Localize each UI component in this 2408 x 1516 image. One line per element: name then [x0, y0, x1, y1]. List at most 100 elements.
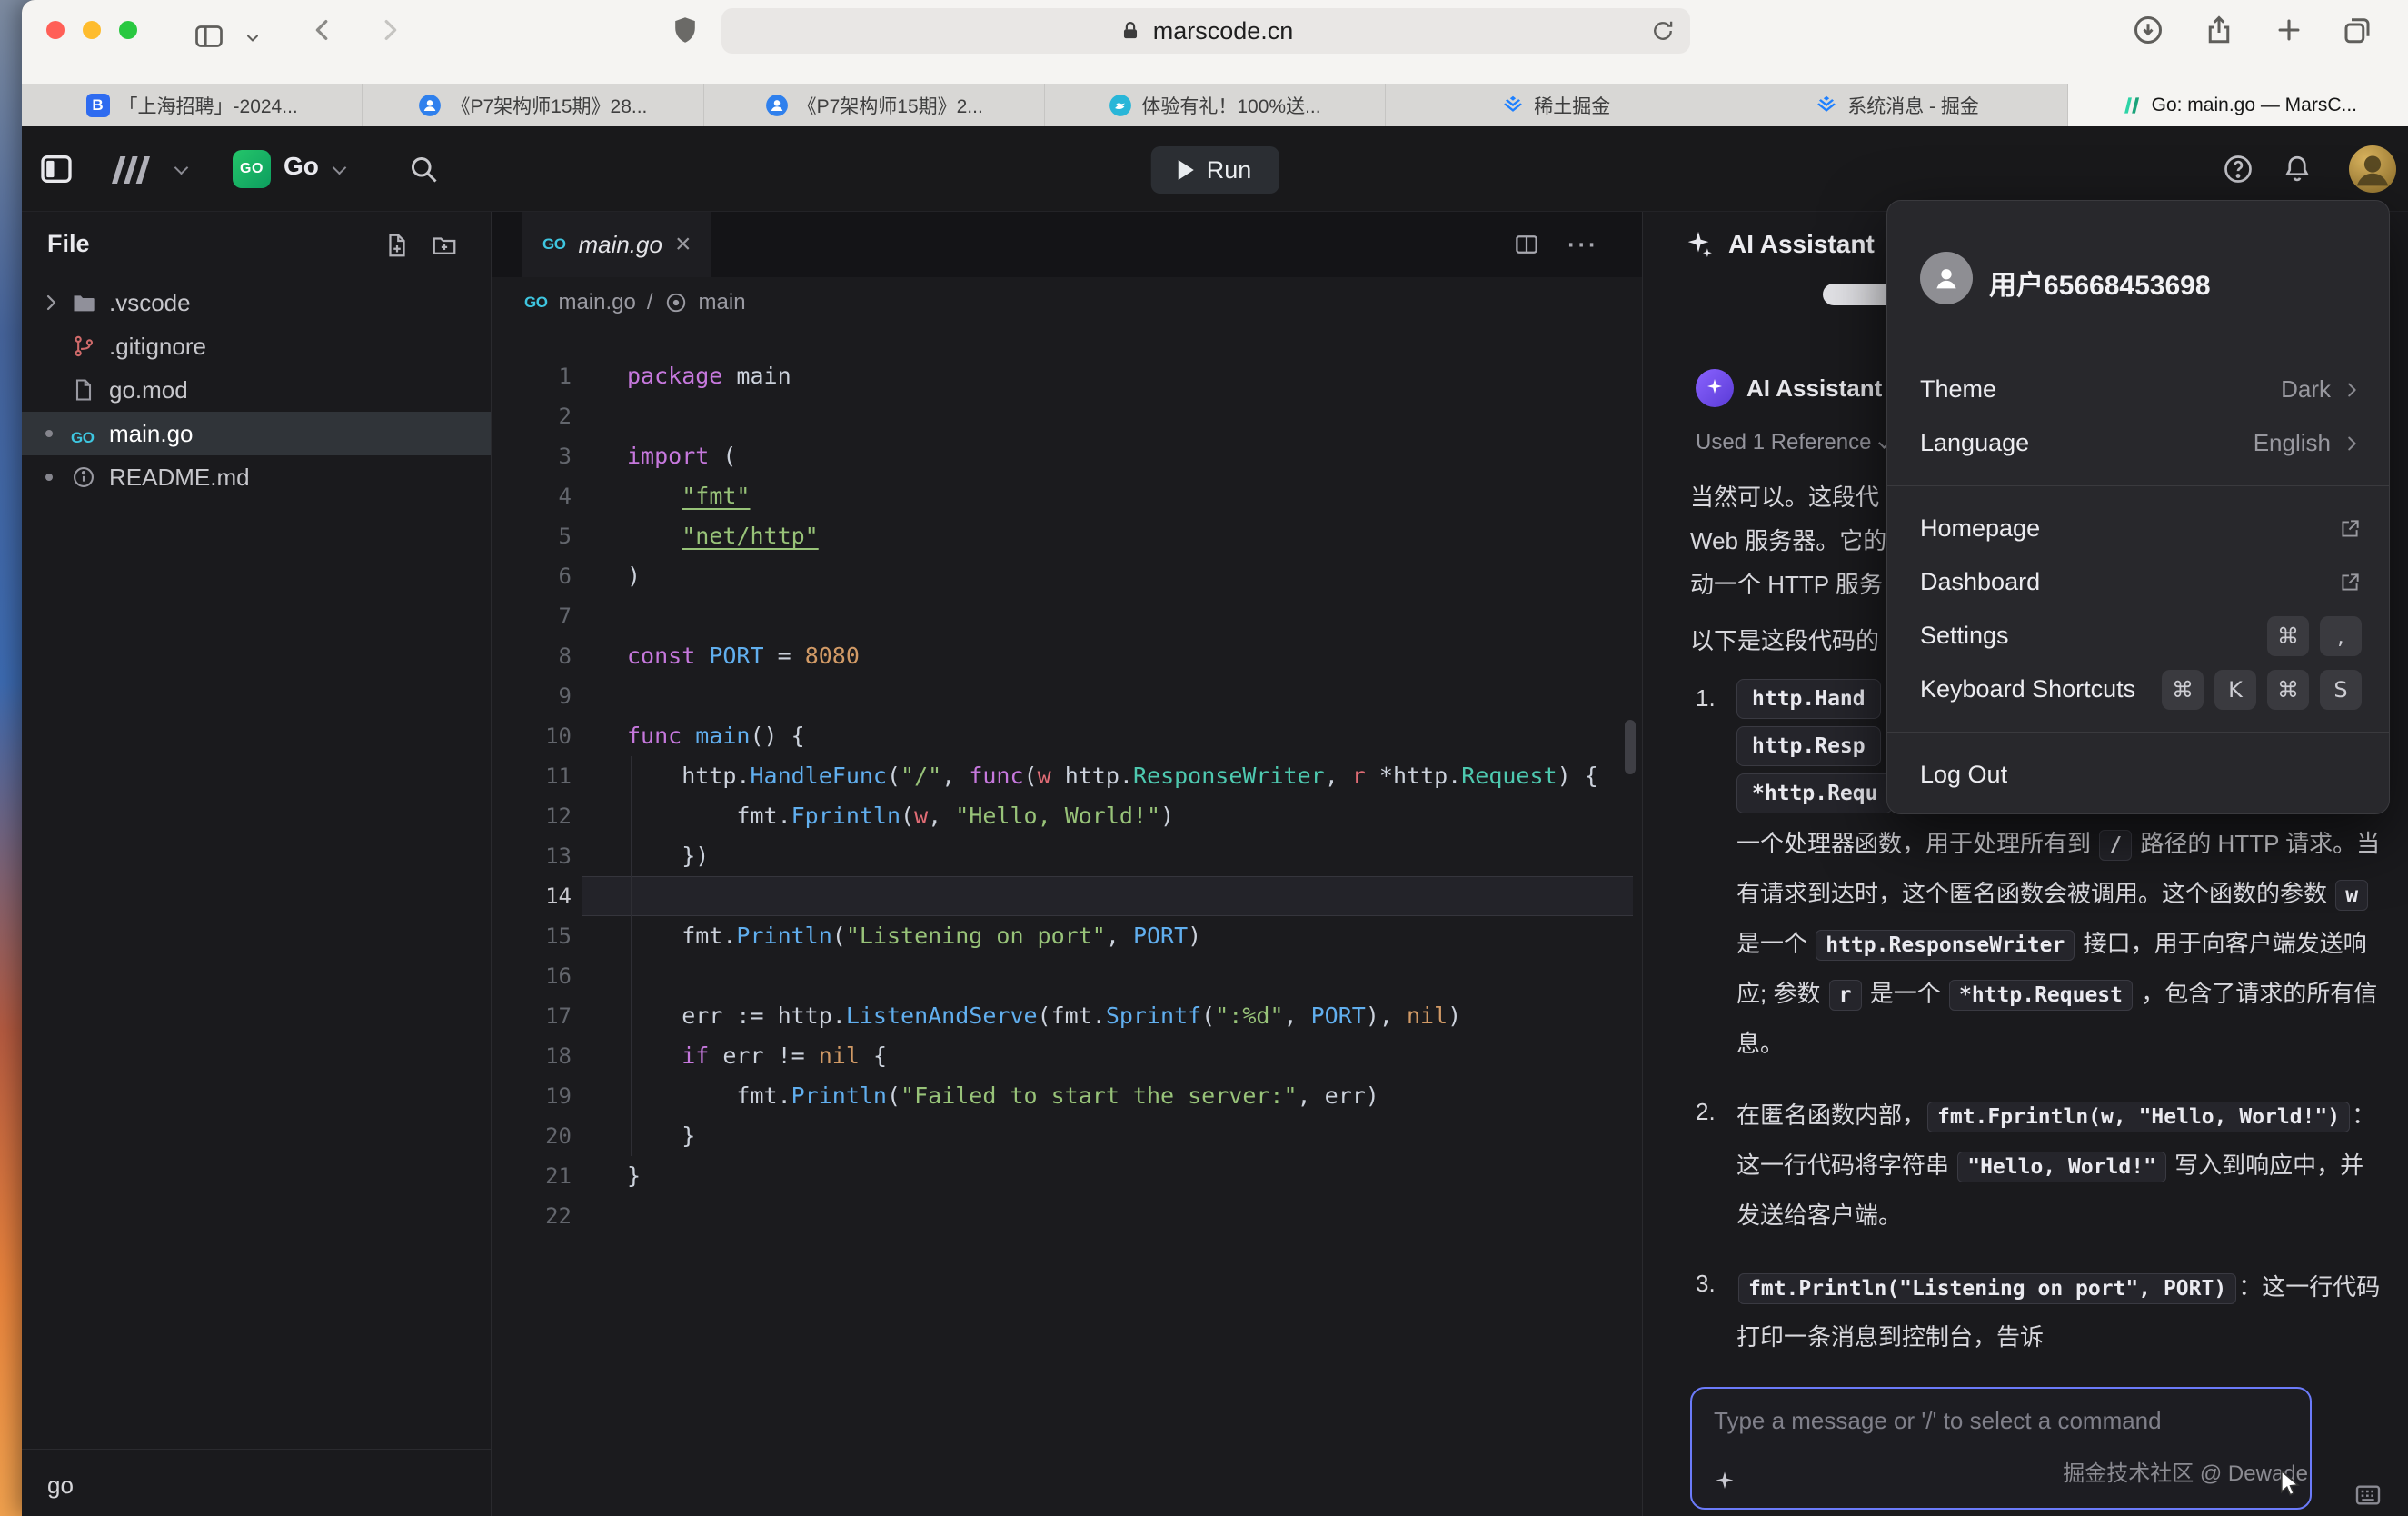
address-bar[interactable]: marscode.cn [721, 8, 1690, 54]
more-actions-icon[interactable]: ⋯ [1566, 226, 1598, 263]
downloads-icon[interactable] [2132, 14, 2164, 46]
juejin-favicon-icon [1501, 94, 1525, 117]
zoom-window-button[interactable] [119, 21, 137, 39]
code-line[interactable]: } [627, 1156, 1629, 1196]
code-line[interactable] [627, 876, 1629, 916]
browser-tab-100[interactable]: 体验有礼！100%送... [1045, 84, 1386, 126]
code-line[interactable]: fmt.Println("Listening on port", PORT) [627, 916, 1629, 956]
inline-code: fmt.Println("Listening on port", PORT) [1738, 1273, 2236, 1304]
new-file-icon[interactable] [383, 232, 411, 259]
menu-item-label: Settings [1920, 622, 2009, 650]
code-line[interactable]: if err != nil { [627, 1036, 1629, 1076]
close-window-button[interactable] [46, 21, 65, 39]
file-item-readme-md[interactable]: README.md [22, 455, 491, 499]
code-line[interactable]: err := http.ListenAndServe(fmt.Sprintf("… [627, 996, 1629, 1036]
code-line[interactable]: const PORT = 8080 [627, 636, 1629, 676]
panel-toggle-icon[interactable] [36, 151, 76, 187]
ai-intro: 当然可以。这段代Web 服务器。它的动一个 HTTP 服务 [1690, 475, 1886, 606]
browser-tab-[interactable]: 稀土掘金 [1386, 84, 1726, 126]
ai-reference-toggle[interactable]: Used 1 Reference [1696, 430, 1888, 455]
search-icon[interactable] [407, 153, 440, 185]
code-line[interactable]: fmt.Fprintln(w, "Hello, World!") [627, 796, 1629, 836]
reload-icon[interactable] [1650, 18, 1676, 44]
code-line[interactable] [627, 396, 1629, 436]
run-button[interactable]: Run [1151, 146, 1279, 194]
breadcrumb-symbol[interactable]: main [699, 290, 746, 315]
chevron-down-icon[interactable] [333, 161, 347, 175]
browser-tab-2024[interactable]: B「上海招聘」-2024... [22, 84, 363, 126]
menu-item-log-out[interactable]: Log Out [1887, 748, 2389, 802]
browser-tab-p7-15-2[interactable]: 《P7架构师15期》2... [704, 84, 1045, 126]
file-name: go.mod [109, 376, 188, 404]
code-editor[interactable]: 12345678910111213141516171819202122 pack… [492, 328, 1642, 1516]
menu-item-right: ⌘, [2267, 616, 2362, 656]
code-line[interactable]: package main [627, 356, 1629, 396]
code-line[interactable] [627, 1196, 1629, 1236]
line-number: 1 [492, 356, 582, 396]
code-line[interactable]: "fmt" [627, 476, 1629, 516]
sidebar-chevron-icon[interactable] [244, 29, 262, 47]
code-line[interactable]: func main() { [627, 716, 1629, 756]
browser-tab-[interactable]: 系统消息 - 掘金 [1726, 84, 2067, 126]
menu-item-settings[interactable]: Settings ⌘, [1887, 609, 2389, 663]
new-folder-icon[interactable] [431, 232, 458, 259]
code-line[interactable] [627, 956, 1629, 996]
tab-overview-icon[interactable] [2341, 14, 2373, 46]
menu-item-right [2338, 517, 2362, 541]
go-file-icon: GO [542, 235, 565, 254]
browser-tab-p7-15-28[interactable]: 《P7架构师15期》28... [363, 84, 703, 126]
notifications-bell-icon[interactable] [2281, 152, 2313, 186]
line-number: 9 [492, 676, 582, 716]
new-tab-icon[interactable] [2274, 15, 2304, 45]
ai-input[interactable]: Type a message or '/' to select a comman… [1690, 1387, 2312, 1510]
language-label[interactable]: Go [284, 152, 319, 181]
play-icon [1179, 160, 1194, 180]
editor-scrollbar[interactable] [1625, 720, 1636, 774]
menu-item-keyboard-shortcuts[interactable]: Keyboard Shortcuts⌘K⌘S [1887, 663, 2389, 716]
code-lines: package main import ( "fmt" "net/http") co… [627, 356, 1629, 1236]
go-language-icon[interactable]: GO [233, 150, 271, 188]
ai-text: 是一个 [1864, 980, 1947, 1007]
code-line[interactable]: http.HandleFunc("/", func(w http.Respons… [627, 756, 1629, 796]
menu-item-homepage[interactable]: Homepage [1887, 502, 2389, 555]
code-line[interactable]: import ( [627, 436, 1629, 476]
browser-tab-go-main-go-marsc[interactable]: Go: main.go — MarsC... [2068, 84, 2408, 126]
menu-item-theme[interactable]: ThemeDark [1887, 363, 2389, 416]
panel-corner-icon[interactable] [2353, 1481, 2383, 1510]
close-tab-icon[interactable]: × [675, 231, 692, 258]
code-line[interactable] [627, 596, 1629, 636]
s idebar-toggle-icon[interactable] [193, 20, 225, 53]
user-avatar[interactable] [2349, 145, 2396, 193]
share-icon[interactable] [2203, 13, 2235, 47]
line-number: 16 [492, 956, 582, 996]
sparkle-icon [1712, 1470, 1737, 1495]
split-editor-icon[interactable] [1513, 231, 1540, 258]
privacy-shield-icon[interactable] [669, 13, 702, 47]
menu-item-language[interactable]: LanguageEnglish [1887, 416, 2389, 470]
marscode-logo-icon[interactable] [105, 152, 156, 188]
menu-item-dashboard[interactable]: Dashboard [1887, 555, 2389, 609]
file-item-go-mod[interactable]: go.mod [22, 368, 491, 412]
code-line[interactable]: } [627, 1116, 1629, 1156]
file-item-vscode[interactable]: .vscode [22, 281, 491, 324]
file-item-main-go[interactable]: GOmain.go [22, 412, 491, 455]
chevron-down-icon[interactable] [174, 161, 189, 175]
code-line[interactable]: "net/http" [627, 516, 1629, 556]
editor-tab-maingo[interactable]: GO main.go × [522, 212, 711, 277]
breadcrumb[interactable]: GO main.go / main [524, 277, 746, 328]
code-line[interactable]: ) [627, 556, 1629, 596]
line-number: 17 [492, 996, 582, 1036]
tab-title: Go: main.go — MarsC... [2152, 95, 2357, 116]
code-line[interactable]: }) [627, 836, 1629, 876]
tab-title: 体验有礼！100%送... [1141, 92, 1320, 119]
juejin-favicon-icon [1815, 94, 1838, 117]
code-line[interactable] [627, 676, 1629, 716]
minimize-window-button[interactable] [83, 21, 101, 39]
back-button[interactable] [309, 16, 336, 44]
breadcrumb-file[interactable]: main.go [558, 290, 635, 315]
file-item-gitignore[interactable]: .gitignore [22, 324, 491, 368]
forward-button[interactable] [376, 16, 403, 44]
code-line[interactable]: fmt.Println("Failed to start the server:… [627, 1076, 1629, 1116]
help-icon[interactable] [2222, 153, 2254, 185]
file-icon [71, 377, 96, 403]
